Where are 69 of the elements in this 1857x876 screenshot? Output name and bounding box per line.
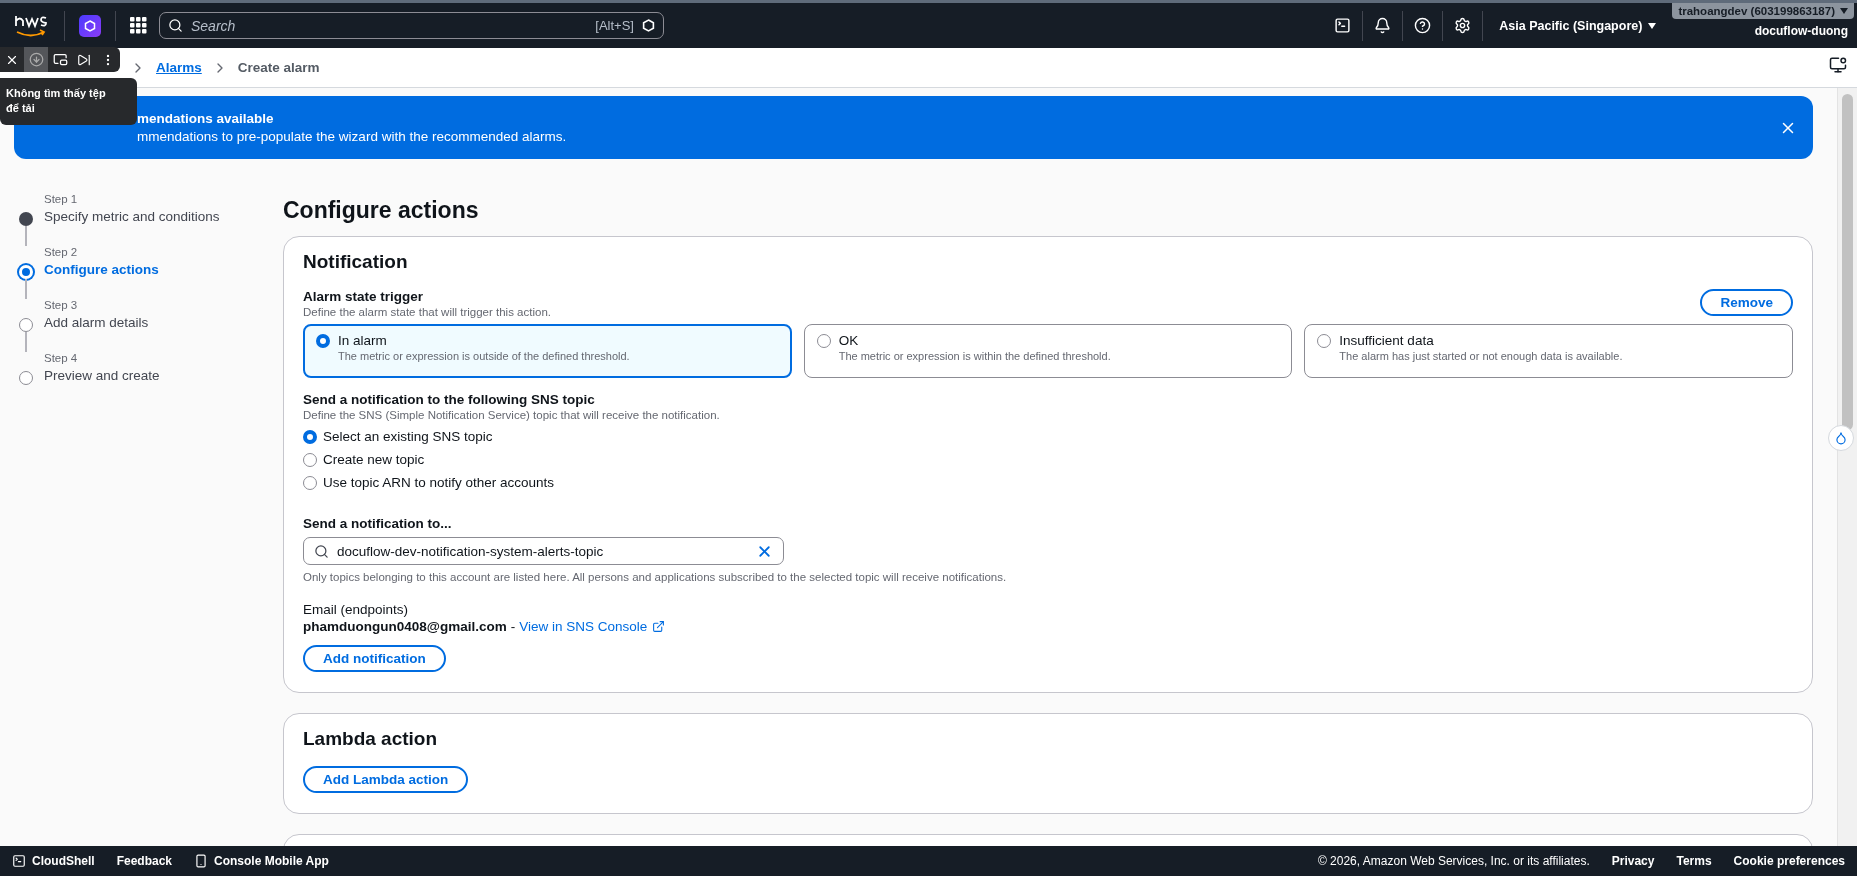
card-title: Lambda action — [303, 728, 439, 750]
step-number: Step 4 — [44, 352, 79, 364]
radio-button[interactable] — [303, 453, 317, 467]
field-hint: Only topics belonging to this account are listed here. All persons and applications subscribed to the selected topic will receive notifications. — [303, 571, 1008, 583]
tile-label: In alarm — [338, 333, 388, 348]
tooltip: Không tìm thấy tệp để tải — [0, 78, 137, 125]
banner-text: mmendations to pre-populate the wizard with the recommended alarms. — [137, 129, 568, 144]
radio-label: Select an existing SNS topic — [323, 429, 493, 444]
droplet-icon[interactable] — [1828, 425, 1854, 451]
tile-label: Insufficient data — [1339, 333, 1435, 348]
feedback-link[interactable]: Feedback — [116, 854, 173, 868]
external-link-icon — [652, 620, 666, 633]
panel-icon[interactable] — [1829, 56, 1847, 74]
cloudshell-link[interactable]: CloudShell — [12, 854, 95, 868]
radio-label: Use topic ARN to notify other accounts — [323, 475, 555, 490]
search-icon — [168, 18, 183, 33]
step-number: Step 1 — [44, 193, 79, 205]
page-title: Configure actions — [283, 197, 480, 224]
breadcrumb-link[interactable]: Alarms — [156, 60, 202, 75]
field-label: Email (endpoints) — [303, 602, 410, 617]
radio-button[interactable] — [316, 334, 330, 348]
copyright-text: © 2026, Amazon Web Services, Inc. or its affiliates. — [1317, 854, 1590, 868]
tile-description: The metric or expression is within the defined threshold. — [838, 350, 1111, 362]
field-label: Send a notification to... — [303, 516, 453, 531]
banner-title: mendations available — [137, 111, 275, 126]
field-label: Alarm state trigger — [303, 289, 425, 304]
phone-icon — [194, 854, 209, 868]
tile-description: The alarm has just started or not enough data is available. — [1339, 350, 1623, 362]
add-notification-button[interactable]: Add notification — [303, 645, 446, 672]
step-title[interactable]: Configure actions — [44, 262, 159, 277]
footer-link[interactable]: Privacy — [1611, 854, 1655, 868]
add-lambda-button[interactable]: Add Lambda action — [303, 766, 469, 793]
breadcrumb-current: Create alarm — [237, 60, 320, 75]
apps-grid-icon[interactable] — [130, 17, 147, 34]
email-address: phamduongun0408@gmail.com — [303, 619, 507, 634]
field-hint: Define the SNS (Simple Notification Service) topic that will receive the notification. — [303, 409, 721, 421]
tile-description: The metric or expression is outside of the defined threshold. — [338, 350, 630, 362]
radio-button[interactable] — [816, 334, 831, 348]
radio-button[interactable] — [303, 430, 317, 444]
step-title[interactable]: Add alarm details — [44, 315, 149, 330]
mobile-app-link[interactable]: Console Mobile App — [194, 854, 329, 868]
terminal-icon — [12, 854, 26, 868]
step-title[interactable]: Specify metric and conditions — [44, 209, 220, 224]
radio-label: Create new topic — [323, 452, 425, 467]
step-title[interactable]: Preview and create — [44, 368, 160, 383]
footer-link[interactable]: Terms — [1676, 854, 1712, 868]
trigger-tile[interactable]: OK The metric or expression is within the defined threshold. — [803, 324, 1293, 378]
trigger-tile[interactable]: Insufficient data The alarm has just started or not enough data is available. — [1304, 324, 1793, 378]
account-menu[interactable]: trahoangdev (603199863187) — [1672, 3, 1854, 19]
search-icon — [314, 543, 329, 559]
remove-button[interactable]: Remove — [1700, 289, 1793, 316]
step-number: Step 3 — [44, 299, 79, 311]
hexagon-icon — [642, 19, 655, 32]
radio-button[interactable] — [1317, 334, 1332, 348]
field-hint: Define the alarm state that will trigger this action. — [303, 306, 551, 318]
search-field[interactable]: Search [Alt+S] — [159, 12, 664, 39]
step-number: Step 2 — [44, 246, 79, 258]
topic-select-field[interactable]: docuflow-dev-notification-system-alerts-topic — [303, 537, 784, 565]
region-menu[interactable]: Asia Pacific (Singapore) — [1483, 18, 1673, 33]
radio-button[interactable] — [303, 476, 317, 490]
card-title: Notification — [303, 251, 409, 273]
account-alias: docuflow-duong — [1754, 24, 1849, 38]
app-icon[interactable] — [79, 14, 101, 37]
footer-link[interactable]: Cookie preferences — [1733, 854, 1845, 868]
separator: - — [510, 619, 516, 634]
field-label: Send a notification to the following SNS topic — [303, 392, 596, 407]
tile-label: OK — [838, 333, 860, 348]
trigger-tile[interactable]: In alarm The metric or expression is outside of the defined threshold. — [303, 324, 792, 378]
sns-console-link[interactable]: View in SNS Console — [519, 619, 666, 634]
